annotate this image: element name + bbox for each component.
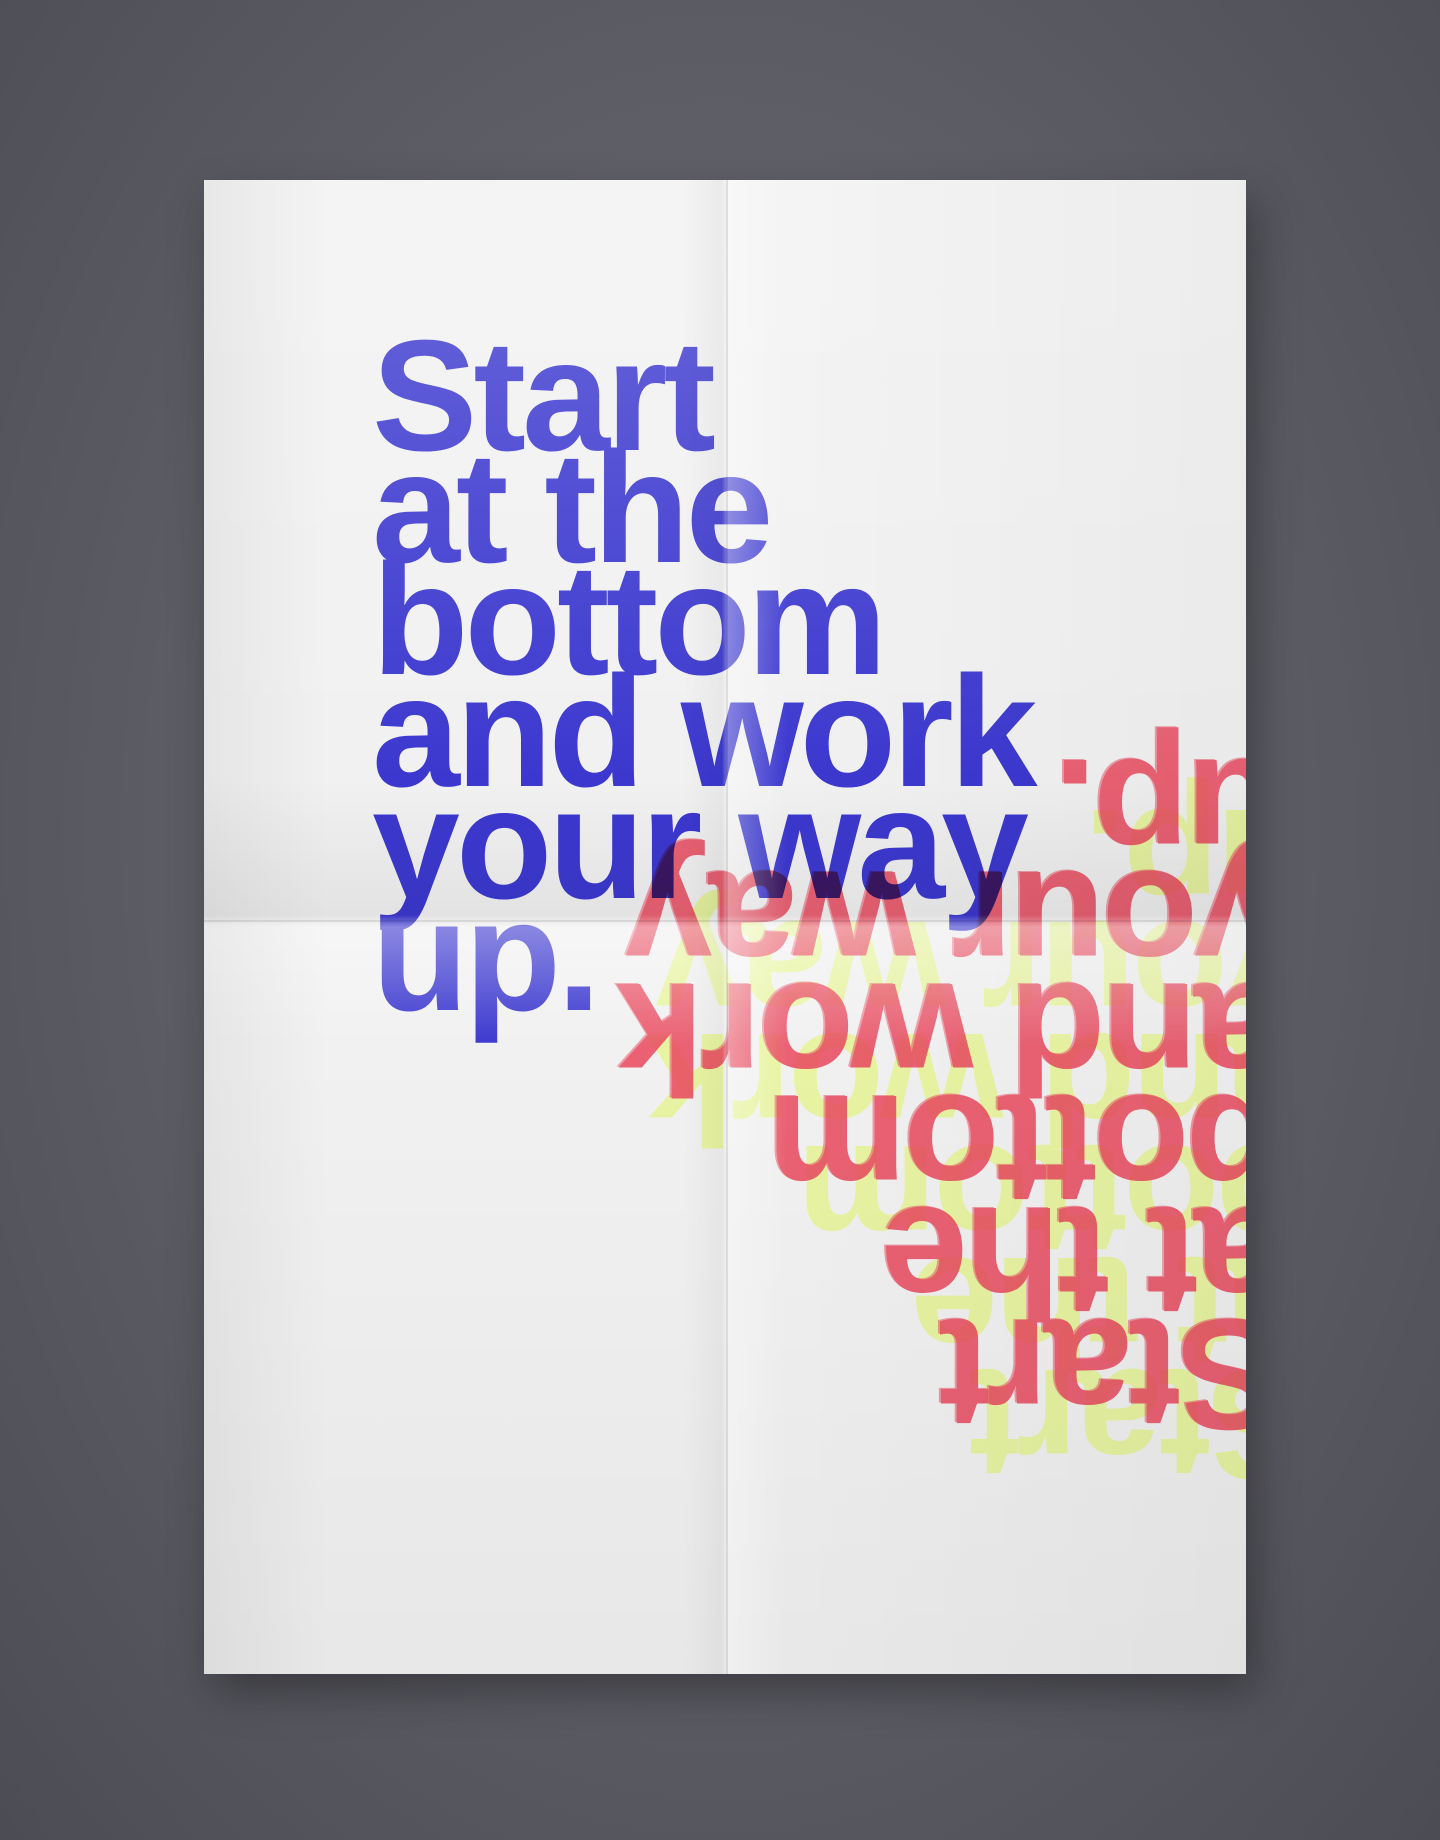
folded-poster: Start at the bottom and work your way up… <box>204 180 1246 1674</box>
poster-headline: Start at the bottom and work your way up… <box>372 317 1038 1035</box>
horizontal-fold-crease <box>204 920 1246 922</box>
vertical-fold-crease <box>726 180 728 1674</box>
